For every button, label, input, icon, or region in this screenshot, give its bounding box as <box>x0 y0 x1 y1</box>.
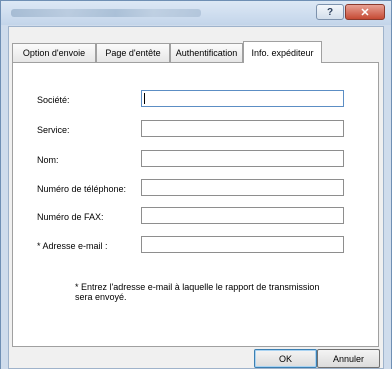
label-service: Service: <box>37 125 70 135</box>
tab-panel-info-expediteur: Société: Service: Nom: Numéro de télépho… <box>12 62 379 347</box>
email-field[interactable] <box>141 236 344 253</box>
fax-field[interactable] <box>141 207 344 224</box>
close-button[interactable]: ✕ <box>345 4 385 20</box>
dialog-client-area: Option d'envoie Page d'entête Authentifi… <box>8 26 384 369</box>
text-cursor <box>144 93 145 104</box>
help-button[interactable]: ? <box>316 4 344 20</box>
tab-page-entete[interactable]: Page d'entête <box>96 43 170 62</box>
service-field[interactable] <box>141 120 344 137</box>
help-icon: ? <box>326 6 334 18</box>
tab-authentification[interactable]: Authentification <box>170 43 243 62</box>
title-bar[interactable]: ? ✕ <box>1 1 391 25</box>
societe-field[interactable] <box>141 90 344 107</box>
nom-field[interactable] <box>141 150 344 167</box>
label-societe: Société: <box>37 95 70 105</box>
tab-label: Option d'envoie <box>22 48 86 58</box>
close-icon: ✕ <box>360 6 370 19</box>
blurred-window-title <box>11 9 201 17</box>
dialog-window: ? ✕ Option d'envoie Page d'entête Authen… <box>0 0 392 376</box>
tab-info-expediteur[interactable]: Info. expéditeur <box>243 41 322 63</box>
tab-label: Page d'entête <box>105 48 161 58</box>
tab-label: Authentification <box>175 48 238 58</box>
ok-button[interactable]: OK <box>254 349 317 368</box>
cancel-button[interactable]: Annuler <box>317 349 380 368</box>
email-note: * Entrez l'adresse e-mail à laquelle le … <box>75 282 320 302</box>
tab-option-envoie[interactable]: Option d'envoie <box>12 43 96 62</box>
label-fax: Numéro de FAX: <box>37 212 104 222</box>
label-telephone: Numéro de téléphone: <box>37 184 127 194</box>
telephone-field[interactable] <box>141 179 344 196</box>
page-bottom-margin <box>0 369 392 376</box>
label-nom: Nom: <box>37 155 59 165</box>
label-email: * Adresse e-mail : <box>37 241 108 251</box>
tab-label: Info. expéditeur <box>251 47 314 58</box>
